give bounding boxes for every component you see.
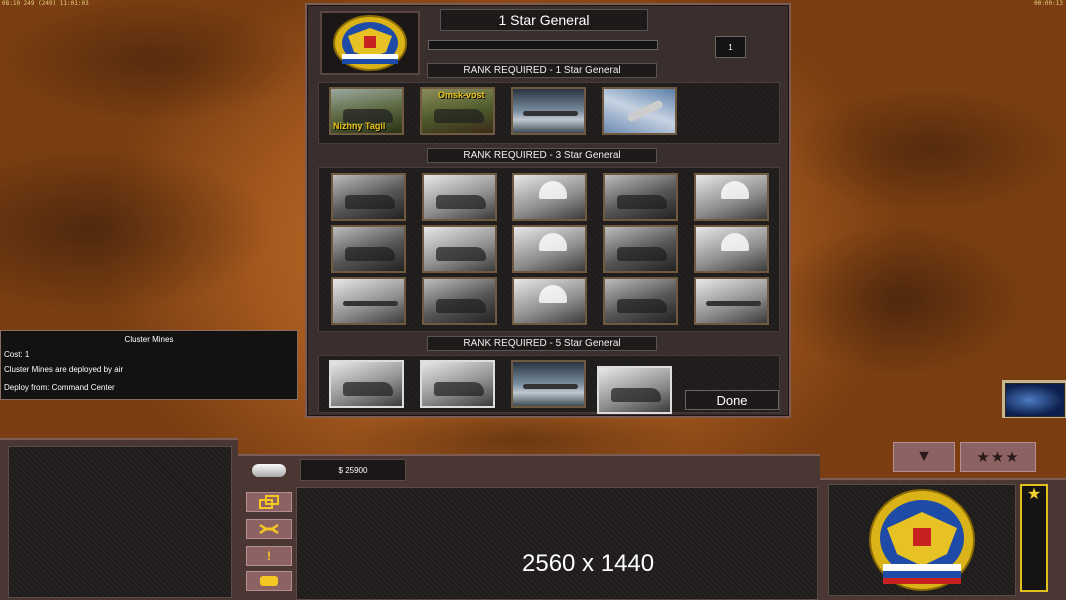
ability-tile-missile-strike[interactable]	[331, 277, 406, 325]
missile-icon	[343, 301, 398, 306]
parachute-icon	[721, 181, 749, 199]
rank-title: 1 Star General	[440, 9, 648, 31]
power-indicator	[252, 464, 286, 477]
ability-tile-tank-snow[interactable]	[331, 173, 406, 221]
ability-tile-transport-drop[interactable]	[694, 277, 769, 325]
ability-tile-airdrop-paratank[interactable]	[512, 225, 587, 273]
ability-tile-howitzer-battery[interactable]	[422, 277, 497, 325]
rank-1-abilities: Nizhny Tagil Omsk-vost	[318, 82, 780, 144]
ability-tile-topol-missile[interactable]	[420, 360, 495, 408]
rank-meter: ★	[1020, 484, 1048, 592]
explosion-icon	[617, 195, 667, 209]
ability-tile-airdrop-vehicle[interactable]	[512, 173, 587, 221]
points-available: 1	[715, 36, 746, 58]
soldier-icon	[345, 247, 395, 261]
ability-tile-cluster-bombs[interactable]	[603, 277, 678, 325]
collapse-hud-button[interactable]: ▼	[893, 442, 955, 472]
artillery-icon	[436, 195, 486, 209]
tile-caption: Omsk-vost	[438, 90, 485, 100]
radar-panel	[0, 438, 238, 600]
game-timer: 00:00:13	[1034, 0, 1063, 7]
generals-powers-button[interactable]: ★★★	[960, 442, 1036, 472]
ability-tile-warship[interactable]	[597, 366, 672, 414]
russian-eagle-emblem-icon	[333, 15, 407, 71]
radar-screen[interactable]	[8, 446, 232, 598]
general-promotion-dialog: 1 Star General 1 RANK REQUIRED - 1 Star …	[305, 3, 791, 418]
stars-icon: ★★★	[976, 449, 1020, 466]
rank-label-3-star: RANK REQUIRED - 3 Star General	[427, 148, 657, 163]
ability-tile-tank-nizhny-tagil[interactable]: Nizhny Tagil	[329, 87, 404, 135]
alert-icon: !	[267, 549, 271, 563]
parachute-icon	[539, 285, 567, 303]
ability-tile-fighter-jet[interactable]	[511, 87, 586, 135]
rank-label-1-star: RANK REQUIRED - 1 Star General	[427, 63, 657, 78]
money-counter: $ 25900	[300, 459, 406, 481]
minimap-thumbnail[interactable]	[1002, 380, 1066, 418]
ability-tile-artillery-battery[interactable]	[422, 225, 497, 273]
tooltip-deploy: Deploy from: Command Center	[4, 383, 115, 392]
russian-eagle-emblem-icon	[869, 489, 975, 591]
parachute-icon	[539, 181, 567, 199]
tooltip-cost: Cost: 1	[4, 350, 30, 359]
bomb-icon	[617, 299, 667, 313]
artillery-icon	[436, 247, 486, 261]
submarine-icon	[523, 384, 578, 389]
structure-button[interactable]	[246, 492, 292, 512]
tank-icon	[345, 195, 395, 209]
star-icon: ★	[1026, 486, 1042, 503]
ability-tile-artillery-firing[interactable]	[422, 173, 497, 221]
down-arrow-icon: ▼	[916, 448, 932, 465]
chat-icon	[260, 576, 278, 586]
transport-plane-icon	[706, 301, 761, 306]
tile-caption: Nizhny Tagil	[333, 121, 386, 131]
rank-progress-bar	[428, 40, 658, 50]
alert-button[interactable]: !	[246, 546, 292, 566]
ability-tile-wrench-repair[interactable]	[602, 87, 677, 135]
bottom-hud: $ 25900 ! 2560 x 1440 ▼ ★★★ ★	[0, 438, 1066, 600]
artillery-icon	[436, 299, 486, 313]
ability-tile-paratroopers-sky[interactable]	[694, 173, 769, 221]
minimap-image	[1005, 383, 1065, 417]
rank-label-5-star: RANK REQUIRED - 5 Star General	[427, 336, 657, 351]
ability-tile-para-bmd[interactable]	[512, 277, 587, 325]
fps-clock-readout: 08:10 249 (249) 11:01:03	[2, 0, 89, 7]
tooltip-title: Cluster Mines	[124, 335, 174, 344]
structure-icon	[259, 495, 279, 509]
parachute-icon	[721, 233, 749, 251]
wrench-icon	[626, 99, 664, 123]
rank-3-abilities	[318, 167, 780, 332]
done-button[interactable]: Done	[685, 390, 779, 410]
ability-tile-soldier-aiming[interactable]	[603, 225, 678, 273]
missile-truck-icon	[434, 382, 484, 396]
warship-icon	[611, 388, 661, 402]
tank-icon	[434, 109, 484, 123]
general-portrait-panel: ★	[820, 478, 1066, 600]
missile-truck-icon	[343, 382, 393, 396]
tooltip-description: Cluster Mines are deployed by air	[4, 365, 124, 374]
resolution-overlay: 2560 x 1440	[522, 550, 655, 577]
soldier-icon	[617, 247, 667, 261]
jet-icon	[523, 111, 578, 116]
parachute-icon	[539, 233, 567, 251]
general-portrait	[828, 484, 1016, 596]
command-panel: $ 25900 ! 2560 x 1440	[238, 454, 820, 600]
ability-tile-tank-omsk-vost[interactable]: Omsk-vost	[420, 87, 495, 135]
ability-tile-explosion-aerial[interactable]	[603, 173, 678, 221]
ability-tile-icbm-launcher[interactable]	[329, 360, 404, 408]
ability-tile-submarine[interactable]	[511, 360, 586, 408]
ability-tile-paratroop-drop[interactable]	[694, 225, 769, 273]
ability-tile-ghillie-soldier[interactable]	[331, 225, 406, 273]
faction-emblem	[320, 11, 420, 75]
unit-command-area: 2560 x 1440	[296, 487, 818, 600]
wrench-icon	[259, 523, 279, 535]
repair-button[interactable]	[246, 519, 292, 539]
ability-tooltip: Cluster Mines Cost: 1 Cluster Mines are …	[0, 330, 298, 400]
chat-button[interactable]	[246, 571, 292, 591]
